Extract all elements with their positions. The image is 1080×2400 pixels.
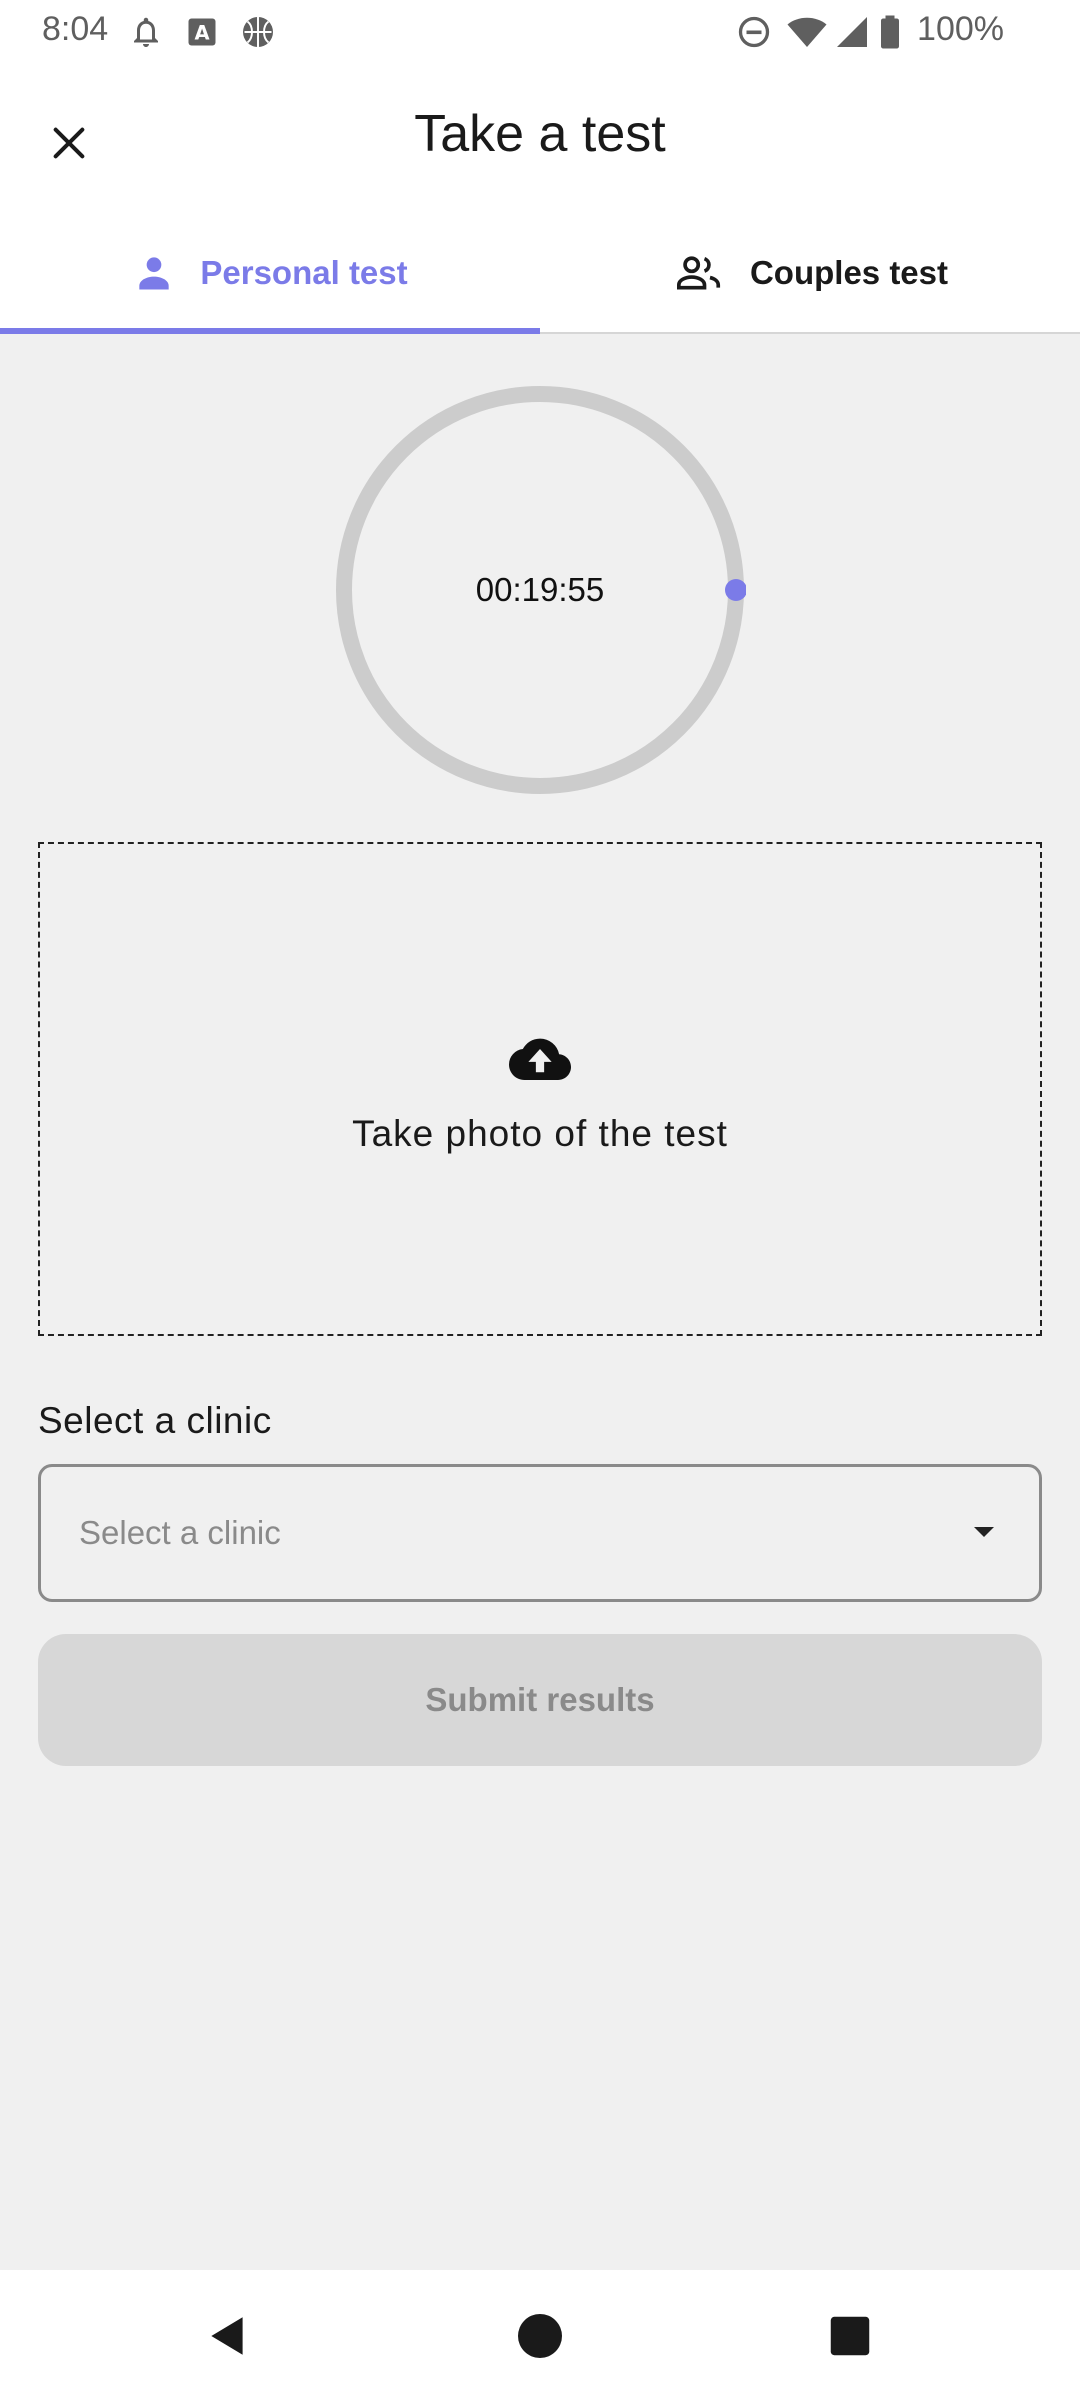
back-button[interactable] (196, 2304, 260, 2368)
tab-couples-label: Couples test (749, 254, 949, 291)
selected-tab-indicator (0, 328, 540, 334)
photo-upload-area[interactable]: Take photo of the test (38, 842, 1042, 1336)
countdown-timer: 00:19:55 (334, 384, 746, 796)
basketball-icon (240, 14, 276, 50)
person-icon (132, 251, 176, 295)
clinic-select-placeholder: Select a clinic (79, 1514, 281, 1551)
people-icon (672, 251, 726, 295)
tab-personal-test[interactable]: Personal test (0, 212, 540, 334)
cloud-upload-icon (509, 1036, 571, 1085)
test-type-tabs: Personal test Couples test (0, 212, 1080, 334)
app-bar: Take a test (0, 62, 1080, 212)
back-icon (211, 2317, 243, 2355)
recents-button[interactable] (818, 2304, 882, 2368)
tab-couples-test[interactable]: Couples test (540, 212, 1080, 334)
timer-value: 00:19:55 (475, 571, 605, 608)
do-not-disturb-icon (736, 14, 772, 50)
dropdown-arrow-icon (969, 1517, 999, 1552)
notification-bell-icon (128, 14, 164, 50)
upload-label: Take photo of the test (352, 1112, 728, 1154)
wifi-icon (786, 14, 828, 50)
home-button[interactable] (508, 2304, 572, 2368)
svg-text:A: A (194, 22, 209, 45)
status-bar: 8:04 A 100% (0, 0, 1080, 62)
system-nav-bar (0, 2270, 1080, 2400)
clinic-field-label: Select a clinic (38, 1400, 272, 1441)
battery-icon (878, 14, 902, 50)
battery-percentage: 100% (917, 10, 1004, 48)
tab-personal-label: Personal test (200, 254, 408, 291)
status-time: 8:04 (42, 10, 109, 48)
recents-icon (830, 2316, 870, 2356)
font-a-icon: A (184, 14, 220, 50)
home-icon (518, 2314, 562, 2358)
clinic-select[interactable]: Select a clinic (38, 1464, 1042, 1602)
submit-results-button[interactable]: Submit results (38, 1634, 1042, 1766)
cell-signal-icon (834, 14, 870, 50)
page-title: Take a test (414, 105, 666, 163)
